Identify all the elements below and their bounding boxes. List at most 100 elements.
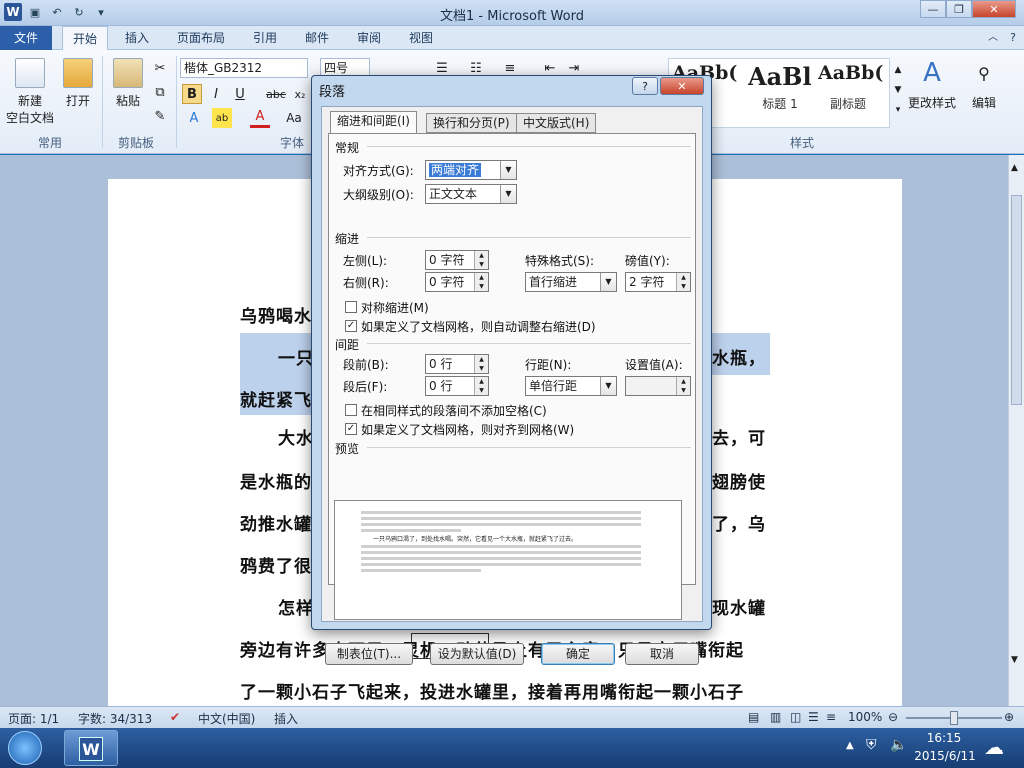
tab-file[interactable]: 文件	[0, 26, 52, 50]
spinner-icon[interactable]: ▲ ▼	[676, 273, 690, 291]
spinner-icon[interactable]: ▲ ▼	[474, 273, 488, 291]
print-layout-icon[interactable]: ▤	[748, 710, 759, 724]
ok-button[interactable]: 确定	[541, 643, 615, 665]
weather-icon[interactable]: ☁	[984, 735, 1004, 759]
minimize-icon[interactable]: —	[920, 0, 946, 18]
change-case-button[interactable]: Aa	[284, 108, 304, 128]
insert-mode[interactable]: 插入	[274, 710, 298, 727]
show-hidden-icons[interactable]: ▲	[846, 740, 854, 751]
window-controls: — ❐ ✕	[920, 0, 1016, 18]
mirror-indent-checkbox[interactable]	[345, 301, 357, 313]
indent-right-input[interactable]: 0 字符 ▲ ▼	[425, 272, 489, 292]
strikethrough-button[interactable]: abc	[264, 84, 288, 104]
security-icon[interactable]: ⛨	[866, 737, 877, 753]
cancel-button[interactable]: 取消	[625, 643, 699, 665]
spinner-icon[interactable]: ▲ ▼	[474, 355, 488, 373]
taskbar-word-button[interactable]: W	[64, 730, 118, 766]
cut-icon[interactable]: ✂	[150, 58, 170, 78]
format-painter-icon[interactable]: ✎	[150, 106, 170, 126]
clock-date[interactable]: 2015/6/11	[910, 749, 980, 763]
outline-level-select[interactable]: 正文文本 ▼	[425, 184, 517, 204]
tab-line-page-breaks[interactable]: 换行和分页(P)	[426, 113, 517, 133]
ribbon-separator	[102, 56, 103, 148]
change-styles-button[interactable]: A 更改样式	[904, 58, 960, 111]
dialog-help-button[interactable]: ?	[632, 77, 658, 95]
proofing-icon[interactable]: ✔	[170, 710, 180, 724]
open-button[interactable]: 打开	[60, 58, 96, 109]
paste-button[interactable]: 粘贴	[110, 58, 146, 109]
tab-view[interactable]: 视图	[400, 26, 442, 50]
vertical-scrollbar[interactable]: ▲ ▼	[1008, 155, 1024, 706]
subscript-button[interactable]: x₂	[290, 84, 310, 104]
minimize-ribbon-icon[interactable]: ︿	[984, 26, 1002, 50]
alignment-select[interactable]: 两端对齐 ▼	[425, 160, 517, 180]
tab-indents-spacing[interactable]: 缩进和间距(I)	[330, 111, 417, 134]
line-spacing-select[interactable]: 单倍行距 ▼	[525, 376, 617, 396]
by-label: 磅值(Y):	[625, 254, 670, 268]
draft-view-icon[interactable]: ≡	[826, 710, 836, 724]
editing-button[interactable]: ⚲ 编辑	[966, 58, 1002, 111]
font-name-combo[interactable]: 楷体_GB2312	[180, 58, 308, 78]
style-sample-subtitle[interactable]: AaBb(	[818, 62, 884, 84]
page-count[interactable]: 页面: 1/1	[8, 710, 59, 727]
section-general: 常规	[335, 141, 360, 155]
language[interactable]: 中文(中国)	[198, 710, 255, 727]
tab-page-layout[interactable]: 页面布局	[170, 26, 232, 50]
indent-right-label: 右侧(R):	[343, 276, 389, 290]
folder-icon	[63, 58, 93, 88]
reading-layout-icon[interactable]: ▥	[770, 710, 781, 724]
new-document-button[interactable]: 新建 空白文档	[6, 58, 54, 126]
start-button[interactable]	[8, 731, 42, 765]
chevron-down-icon: ▼	[500, 185, 516, 203]
no-space-checkbox[interactable]	[345, 404, 357, 416]
spinner-icon[interactable]: ▲ ▼	[474, 251, 488, 269]
tabs-button[interactable]: 制表位(T)...	[325, 643, 413, 665]
tab-mailings[interactable]: 邮件	[296, 26, 338, 50]
zoom-level[interactable]: 100%	[848, 710, 882, 724]
restore-icon[interactable]: ❐	[946, 0, 972, 18]
tab-asian-typography[interactable]: 中文版式(H)	[516, 113, 597, 133]
tab-references[interactable]: 引用	[244, 26, 286, 50]
space-before-input[interactable]: 0 行 ▲ ▼	[425, 354, 489, 374]
font-color-icon[interactable]: A	[250, 108, 270, 128]
italic-button[interactable]: I	[206, 84, 226, 104]
outline-view-icon[interactable]: ☰	[808, 710, 819, 724]
spinner-icon[interactable]: ▲ ▼	[474, 377, 488, 395]
text-effect-icon[interactable]: A	[184, 108, 204, 128]
space-after-input[interactable]: 0 行 ▲ ▼	[425, 376, 489, 396]
at-input[interactable]: ▲ ▼	[625, 376, 691, 396]
help-icon[interactable]: ?	[1004, 26, 1022, 50]
clock-time[interactable]: 16:15	[914, 731, 974, 745]
by-input[interactable]: 2 字符 ▲ ▼	[625, 272, 691, 292]
indent-left-input[interactable]: 0 字符 ▲ ▼	[425, 250, 489, 270]
special-select[interactable]: 首行缩进 ▼	[525, 272, 617, 292]
copy-icon[interactable]: ⧉	[150, 82, 170, 102]
tab-home[interactable]: 开始	[62, 26, 108, 51]
style-sample-heading1[interactable]: AaBl	[748, 62, 814, 91]
word-count[interactable]: 字数: 34/313	[78, 710, 152, 727]
volume-icon[interactable]: 🔈	[890, 737, 907, 753]
doc-line-left: 怎样	[278, 599, 314, 619]
zoom-slider-thumb[interactable]	[950, 711, 958, 725]
auto-adjust-label: 如果定义了文档网格，则自动调整右缩进(D)	[361, 320, 596, 334]
close-window-button[interactable]: ✕	[972, 0, 1016, 18]
zoom-in-icon[interactable]: ⊕	[1004, 710, 1014, 724]
indent-left-label: 左侧(L):	[343, 254, 388, 268]
scroll-up-icon[interactable]: ▲	[1011, 163, 1022, 177]
auto-adjust-checkbox[interactable]: ✓	[345, 320, 357, 332]
web-layout-icon[interactable]: ◫	[790, 710, 801, 724]
scroll-thumb[interactable]	[1011, 195, 1022, 405]
snap-to-grid-checkbox[interactable]: ✓	[345, 423, 357, 435]
zoom-out-icon[interactable]: ⊖	[888, 710, 898, 724]
doc-line-right: 去，可	[712, 429, 766, 449]
highlight-icon[interactable]: ab	[212, 108, 232, 128]
dialog-close-button[interactable]: ✕	[660, 77, 704, 95]
bold-button[interactable]: B	[182, 84, 202, 104]
tab-review[interactable]: 审阅	[348, 26, 390, 50]
set-default-button[interactable]: 设为默认值(D)	[430, 643, 524, 665]
tab-insert[interactable]: 插入	[116, 26, 158, 50]
spinner-icon[interactable]: ▲ ▼	[676, 377, 690, 395]
underline-button[interactable]: U	[230, 84, 250, 104]
indent-right-value: 0 字符	[429, 275, 465, 289]
scroll-down-icon[interactable]: ▼	[1011, 655, 1022, 669]
